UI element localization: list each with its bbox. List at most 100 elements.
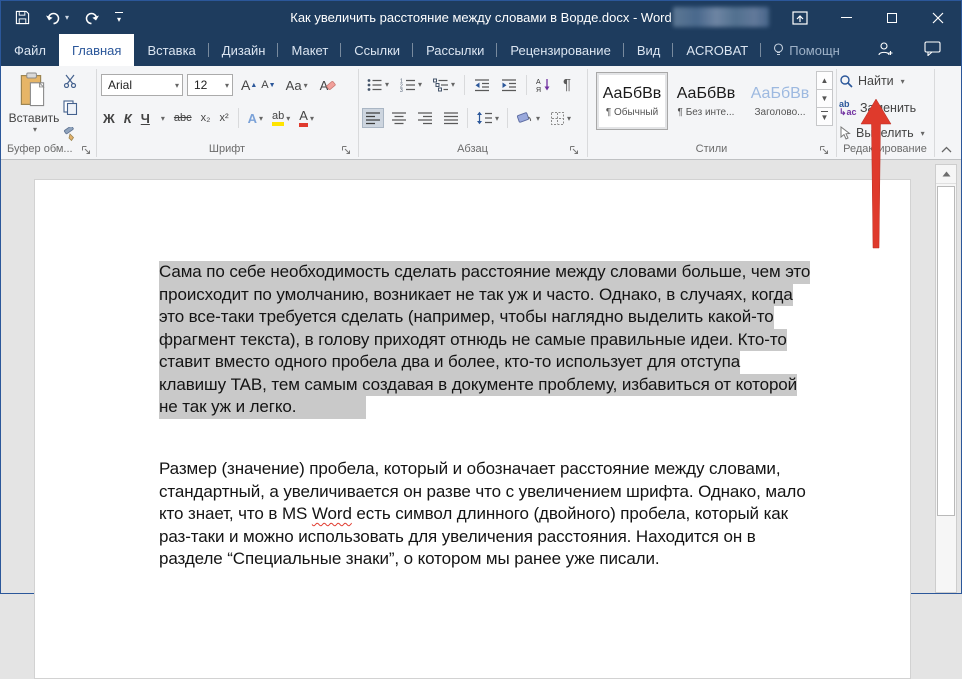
tab-insert[interactable]: Вставка	[134, 34, 208, 66]
minimize-button[interactable]	[823, 1, 869, 34]
subscript-button[interactable]: х₂	[201, 112, 211, 124]
line-spacing-button[interactable]: ▾	[474, 109, 501, 127]
strikethrough-button[interactable]: abc	[174, 112, 192, 124]
maximize-button[interactable]	[869, 1, 915, 34]
font-name-combo[interactable]: Arial▾	[101, 74, 183, 96]
lightbulb-icon	[773, 43, 784, 58]
tab-references[interactable]: Ссылки	[341, 34, 413, 66]
style-card-no-spacing[interactable]: АаБбВв ¶ Без инте...	[670, 72, 742, 130]
line-spacing-dropdown-arrow[interactable]: ▾	[495, 114, 499, 123]
tab-review[interactable]: Рецензирование	[497, 34, 623, 66]
quick-access-toolbar: ▾ ▾	[15, 1, 123, 34]
borders-dropdown-arrow[interactable]: ▾	[567, 114, 571, 123]
paste-clipboard-icon	[19, 72, 49, 108]
tab-layout[interactable]: Макет	[278, 34, 341, 66]
shading-button[interactable]: ▾	[514, 109, 542, 128]
styles-group-label: Стили	[587, 143, 836, 155]
font-group-label: Шрифт	[96, 143, 358, 155]
customize-qat-icon[interactable]: ▾	[115, 12, 123, 24]
svg-text:А: А	[536, 79, 541, 86]
clipboard-dialog-launcher-icon[interactable]	[81, 143, 92, 154]
tab-design[interactable]: Дизайн	[209, 34, 279, 66]
paragraph-selected[interactable]: Сама по себе необходимость сделать расст…	[159, 261, 810, 419]
shading-dropdown-arrow[interactable]: ▾	[536, 114, 540, 123]
redo-icon[interactable]	[84, 11, 100, 25]
paragraph-dialog-launcher-icon[interactable]	[569, 143, 580, 154]
numbering-dropdown-arrow[interactable]: ▾	[418, 80, 422, 89]
bullets-button[interactable]: ▾	[365, 76, 391, 94]
font-dialog-launcher-icon[interactable]	[341, 143, 352, 154]
selected-text-line: не так уж и легко.	[159, 396, 366, 419]
select-dropdown-arrow[interactable]: ▾	[921, 129, 925, 138]
share-person-icon[interactable]	[877, 41, 894, 60]
font-name-dropdown-arrow[interactable]: ▾	[170, 81, 179, 90]
selected-text-line: ставит вместо одного пробела два и более…	[159, 351, 740, 374]
show-paragraph-marks-button[interactable]: ¶	[561, 74, 573, 95]
font-size-dropdown-arrow[interactable]: ▾	[220, 81, 229, 90]
title-bar: ▾ ▾ Как увеличить расстояние между слова…	[1, 1, 961, 34]
borders-button[interactable]: ▾	[548, 109, 573, 128]
scrollbar-thumb[interactable]	[937, 186, 955, 516]
comments-icon[interactable]	[924, 41, 941, 59]
text-highlight-button[interactable]: ab▾	[272, 110, 290, 126]
tab-acrobat[interactable]: ACROBAT	[673, 34, 761, 66]
bold-button[interactable]: Ж	[103, 111, 115, 126]
bullets-dropdown-arrow[interactable]: ▾	[385, 80, 389, 89]
font-size-combo[interactable]: 12▾	[187, 74, 233, 96]
styles-scroll-down-icon[interactable]: ▼	[816, 89, 833, 108]
ribbon: Вставить ▾ Буфер обм... Arial▾ 12▾ А▲ А▼…	[1, 66, 961, 160]
tell-me-box[interactable]: Помощн	[761, 34, 852, 66]
styles-scroll-up-icon[interactable]: ▲	[816, 71, 833, 90]
undo-dropdown-arrow[interactable]: ▾	[65, 13, 69, 22]
font-color-button[interactable]: А▾	[299, 109, 314, 127]
grow-font-button[interactable]: А▲	[241, 77, 257, 93]
justify-button[interactable]	[441, 109, 461, 127]
decrease-indent-button[interactable]	[472, 76, 492, 94]
document-page[interactable]: Сама по себе необходимость сделать расст…	[34, 179, 911, 679]
align-center-button[interactable]	[389, 109, 409, 127]
text-line: разделе “Специальные знаки”, о котором м…	[159, 548, 806, 571]
paste-button[interactable]: Вставить ▾	[9, 72, 59, 144]
clear-formatting-button[interactable]: А	[320, 78, 337, 93]
selected-text-line: Сама по себе необходимость сделать расст…	[159, 261, 810, 284]
style-card-heading1[interactable]: АаБбВв Заголово...	[744, 72, 816, 130]
tab-view[interactable]: Вид	[624, 34, 674, 66]
underline-button[interactable]: Ч	[141, 111, 150, 126]
paragraph-2[interactable]: Размер (значение) пробела, который и обо…	[159, 458, 806, 571]
sort-button[interactable]: АЯ	[534, 75, 554, 94]
shrink-font-button[interactable]: А▼	[261, 79, 275, 91]
paragraph-group-label: Абзац	[358, 143, 587, 155]
align-left-button[interactable]	[363, 109, 383, 127]
undo-icon[interactable]: ▾	[45, 11, 69, 25]
multilevel-list-button[interactable]: ▾	[431, 76, 457, 94]
underline-dropdown-arrow[interactable]: ▾	[161, 114, 165, 123]
copy-icon[interactable]	[63, 100, 78, 120]
style-card-normal[interactable]: АаБбВв ¶ Обычный	[596, 72, 668, 130]
tab-home[interactable]: Главная	[59, 34, 134, 66]
styles-dialog-launcher-icon[interactable]	[819, 143, 830, 154]
close-button[interactable]	[915, 1, 961, 34]
superscript-button[interactable]: х²	[219, 112, 228, 124]
italic-button[interactable]: К	[124, 111, 132, 126]
increase-indent-button[interactable]	[499, 76, 519, 94]
styles-gallery-more-icon[interactable]: ▼	[816, 107, 833, 126]
cut-icon[interactable]	[63, 74, 78, 93]
find-button[interactable]: Найти ▾	[839, 74, 905, 88]
tab-mailings[interactable]: Рассылки	[413, 34, 497, 66]
text-line: стандартный, а увеличивается он разве чт…	[159, 481, 806, 504]
cursor-arrow-icon	[839, 126, 851, 140]
save-icon[interactable]	[15, 10, 30, 25]
find-dropdown-arrow[interactable]: ▾	[901, 77, 905, 86]
change-case-button[interactable]: Аа▾	[286, 78, 308, 93]
text-effects-button[interactable]: А▾	[248, 111, 263, 126]
vertical-scrollbar[interactable]	[935, 164, 957, 593]
ribbon-display-options-icon[interactable]	[777, 1, 823, 34]
collapse-ribbon-icon[interactable]	[937, 142, 955, 156]
tab-file[interactable]: Файл	[1, 34, 59, 66]
align-right-button[interactable]	[415, 109, 435, 127]
numbering-button[interactable]: 123 ▾	[398, 76, 424, 94]
scroll-up-icon[interactable]	[936, 165, 956, 184]
multilevel-dropdown-arrow[interactable]: ▾	[451, 80, 455, 89]
paste-dropdown-arrow[interactable]: ▾	[33, 125, 37, 134]
search-icon	[839, 74, 853, 88]
